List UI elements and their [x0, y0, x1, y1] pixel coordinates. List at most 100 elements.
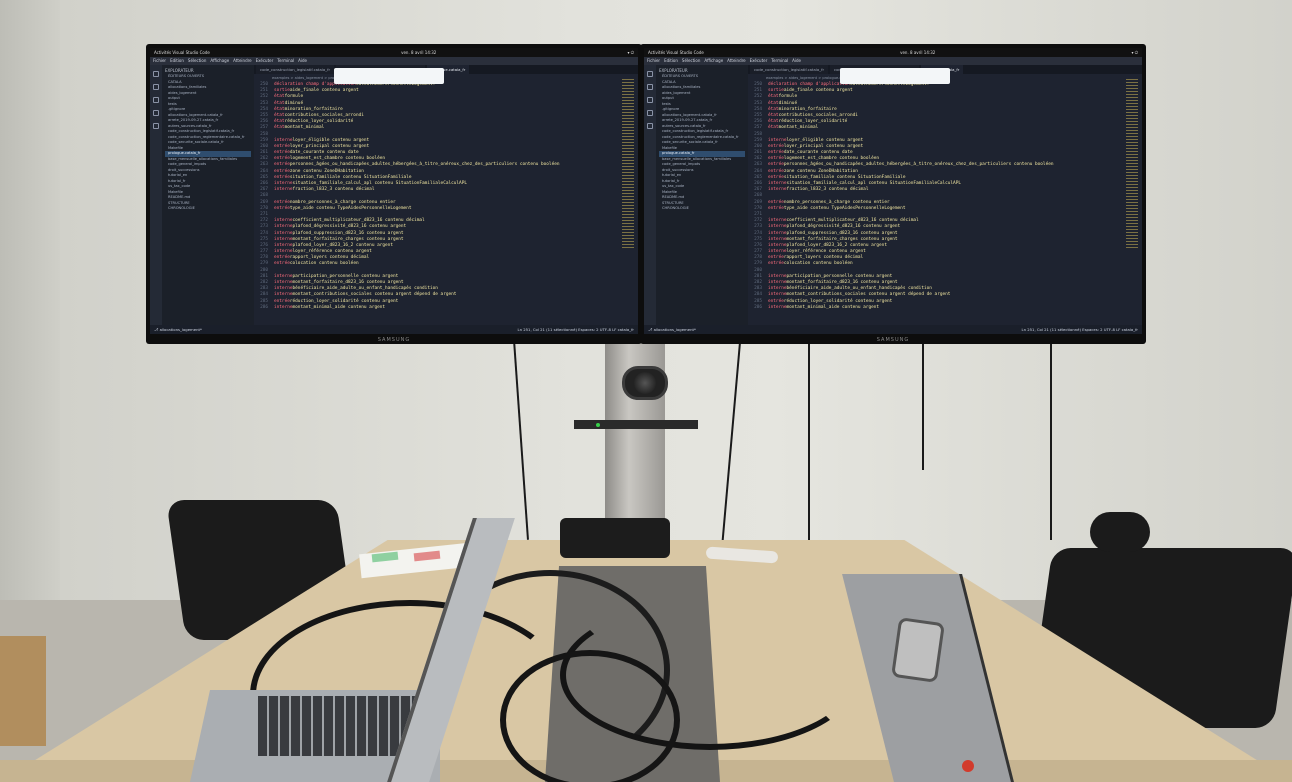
- topbar-app[interactable]: Activités Visual Studio Code: [154, 48, 210, 57]
- search-icon[interactable]: [153, 84, 159, 90]
- code-keyword: entrée: [768, 261, 784, 267]
- code-keyword: interne: [768, 187, 787, 193]
- explorer-panel: EXPLORATEUR ÉDITEURS OUVERTS CATALA alloca…: [656, 65, 748, 325]
- monitor-brand: SAMSUNG: [876, 337, 910, 343]
- code-keyword: état: [274, 125, 285, 131]
- conference-phone: [560, 518, 670, 558]
- code-text: type_aide contenu TypeAidesPersonnelleLo…: [289, 205, 412, 211]
- laptop-keyboard: [258, 696, 418, 756]
- editor[interactable]: code_construction_legislatif.catala_frco…: [748, 65, 1142, 325]
- menu-item[interactable]: Sélection: [682, 57, 700, 65]
- source-control-icon[interactable]: [153, 97, 159, 103]
- laptop-sticker: [891, 617, 945, 683]
- editor-tabs: code_construction_legislatif.catala_frco…: [254, 65, 638, 74]
- status-bar: ⎇ allocations_logement* Ln 251, Col 21 (…: [644, 325, 1142, 334]
- webcam-lens: [634, 372, 656, 394]
- editor-tab[interactable]: code_construction_legislatif.catala_fr: [750, 65, 828, 74]
- menu-item[interactable]: Terminal: [277, 57, 294, 65]
- explorer-item[interactable]: CHRONOLOGIE: [165, 206, 251, 212]
- code-text: colocation contenu booléen: [289, 261, 359, 267]
- code-line: 286 interne montant_minimal_aide contenu…: [258, 305, 638, 311]
- gnome-topbar: Activités Visual Studio Code ven. 8 avri…: [150, 48, 638, 57]
- system-tray-icon[interactable]: ▾ ⏻: [628, 48, 634, 57]
- activity-bar: [150, 65, 162, 325]
- menu-item[interactable]: Atteindre: [233, 57, 251, 65]
- search-icon[interactable]: [647, 84, 653, 90]
- code-keyword: état: [768, 125, 779, 131]
- cable: [922, 340, 924, 470]
- code-keyword: interne: [768, 304, 787, 310]
- menu-item[interactable]: Affichage: [704, 57, 723, 65]
- code-text: fraction_l832_3 contenu décimal: [786, 187, 869, 193]
- menu-item[interactable]: Exécuter: [750, 57, 768, 65]
- left-monitor: Activités Visual Studio Code ven. 8 avri…: [146, 44, 642, 344]
- minimap[interactable]: [1126, 79, 1138, 249]
- code-text: fraction_l832_3 contenu décimal: [292, 187, 375, 193]
- editor-tab[interactable]: code_construction_legislatif.catala_fr: [256, 65, 334, 74]
- topbar-clock[interactable]: ven. 8 avril 14:32: [900, 48, 935, 57]
- code-text: montant_minimal: [778, 125, 819, 131]
- monitor-brand: SAMSUNG: [377, 337, 411, 343]
- menu-item[interactable]: Atteindre: [727, 57, 745, 65]
- status-branch[interactable]: ⎇ allocations_logement*: [154, 325, 202, 334]
- code-keyword: entrée: [274, 261, 290, 267]
- menu-item[interactable]: Sélection: [188, 57, 206, 65]
- right-monitor: Activités Visual Studio Code ven. 8 avri…: [640, 44, 1146, 344]
- system-tray-icon[interactable]: ▾ ⏻: [1132, 48, 1138, 57]
- explorer-item[interactable]: CHRONOLOGIE: [659, 206, 745, 212]
- menu-item[interactable]: Edition: [170, 57, 184, 65]
- cardboard-box: [0, 636, 46, 746]
- status-position[interactable]: Ln 251, Col 21 (11 sélectionné) Espaces:…: [1022, 325, 1139, 334]
- files-icon[interactable]: [647, 71, 653, 77]
- notification-toast[interactable]: [840, 68, 950, 84]
- code-line: 286 interne montant_minimal_aide contenu…: [752, 305, 1142, 311]
- code-text: type_aide contenu TypeAidesPersonnelleLo…: [783, 205, 906, 211]
- menu-item[interactable]: Fichier: [647, 57, 660, 65]
- code-keyword: entrée: [768, 205, 784, 211]
- status-bar: ⎇ allocations_logement* Ln 251, Col 21 (…: [150, 325, 638, 334]
- code-text: montant_minimal: [284, 125, 325, 131]
- debug-icon[interactable]: [153, 110, 159, 116]
- debug-icon[interactable]: [647, 110, 653, 116]
- activity-bar: [644, 65, 656, 325]
- topbar-clock[interactable]: ven. 8 avril 14:32: [401, 48, 436, 57]
- code-text: montant_minimal_aide contenu argent: [292, 304, 386, 310]
- breadcrumb[interactable]: examples > aides_logement > prologue.cat…: [254, 74, 638, 82]
- code-keyword: entrée: [274, 205, 290, 211]
- menu-item[interactable]: Affichage: [210, 57, 229, 65]
- status-position[interactable]: Ln 251, Col 21 (11 sélectionné) Espaces:…: [518, 325, 635, 334]
- chair-armrest: [1090, 512, 1150, 552]
- status-led: [596, 423, 600, 427]
- gnome-topbar: Activités Visual Studio Code ven. 8 avri…: [644, 48, 1142, 57]
- source-control-icon[interactable]: [647, 97, 653, 103]
- code-text: montant_minimal_aide contenu argent: [786, 304, 880, 310]
- cable: [1050, 340, 1052, 540]
- explorer-panel: EXPLORATEUR ÉDITEURS OUVERTS CATALA alloca…: [162, 65, 254, 325]
- right-screen: Activités Visual Studio Code ven. 8 avri…: [644, 48, 1142, 334]
- code-keyword: interne: [274, 304, 293, 310]
- extensions-icon[interactable]: [647, 123, 653, 129]
- menu-item[interactable]: Aide: [298, 57, 307, 65]
- editor[interactable]: code_construction_legislatif.catala_frco…: [254, 65, 638, 325]
- code-view[interactable]: 250 déclaration champ d'application Calcu…: [254, 82, 638, 311]
- menu-item[interactable]: Aide: [792, 57, 801, 65]
- cable: [808, 340, 810, 540]
- extensions-icon[interactable]: [153, 123, 159, 129]
- code-text: colocation contenu booléen: [783, 261, 853, 267]
- notification-toast[interactable]: [334, 68, 444, 84]
- line-number: 286: [754, 304, 762, 310]
- code-view[interactable]: 250 déclaration champ d'application Calcu…: [748, 82, 1142, 311]
- menu-item[interactable]: Exécuter: [256, 57, 274, 65]
- status-branch[interactable]: ⎇ allocations_logement*: [648, 325, 696, 334]
- minimap[interactable]: [622, 79, 634, 249]
- laptop-sticker-dot: [962, 760, 974, 772]
- menubar: Fichier Edition Sélection Affichage Atteindr…: [644, 57, 1142, 65]
- topbar-app[interactable]: Activités Visual Studio Code: [648, 48, 704, 57]
- code-keyword: interne: [274, 187, 293, 193]
- menubar: Fichier Edition Sélection Affichage Atteindr…: [150, 57, 638, 65]
- menu-item[interactable]: Fichier: [153, 57, 166, 65]
- menu-item[interactable]: Edition: [664, 57, 678, 65]
- camera-shelf: [574, 420, 698, 429]
- menu-item[interactable]: Terminal: [771, 57, 788, 65]
- files-icon[interactable]: [153, 71, 159, 77]
